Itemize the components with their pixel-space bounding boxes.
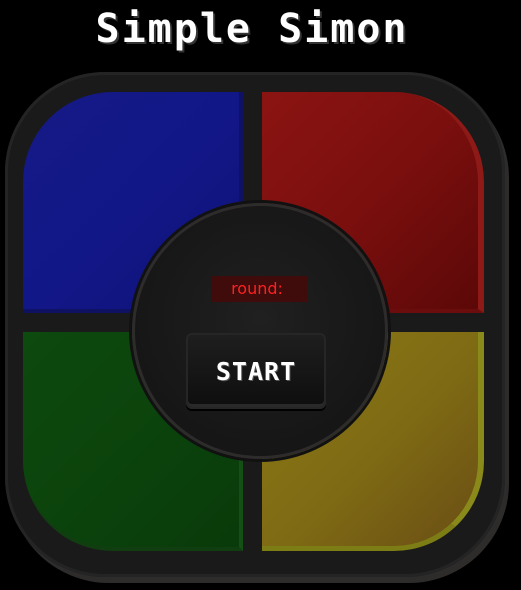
game-title: Simple Simon <box>95 6 409 52</box>
round-label: round: <box>231 279 283 298</box>
start-button[interactable]: START <box>186 333 326 409</box>
simon-board: round: START <box>5 72 505 577</box>
game-screen: Simple Simon round: START <box>0 0 521 590</box>
round-display: round: <box>211 276 307 302</box>
center-hub <box>132 203 388 459</box>
